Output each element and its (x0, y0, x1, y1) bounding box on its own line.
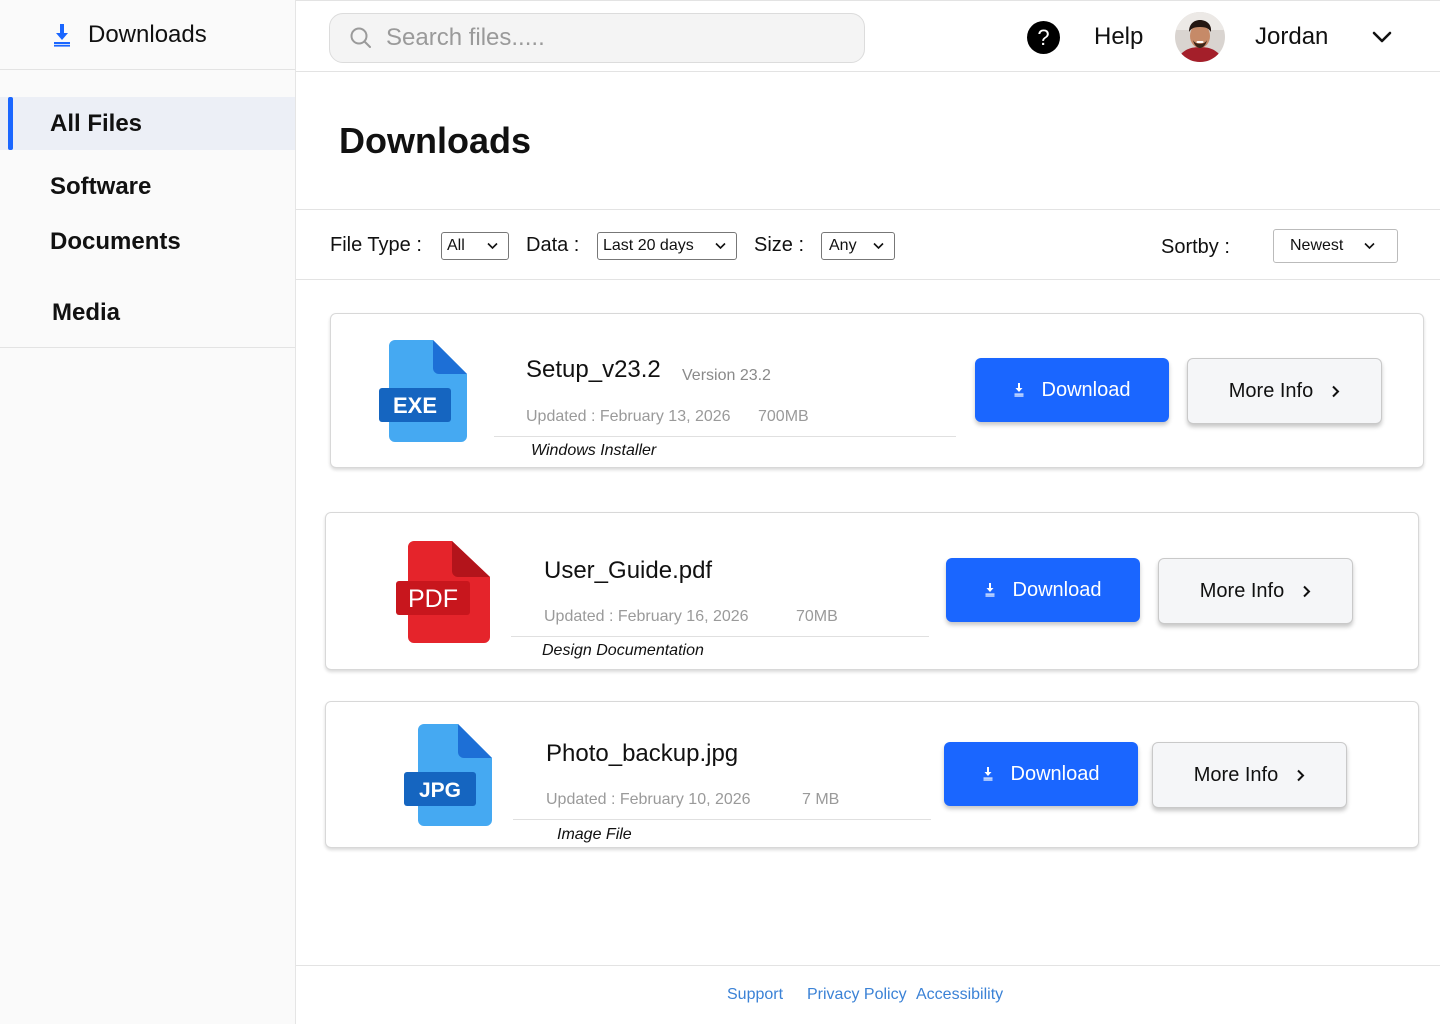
size-select[interactable]: Any (821, 232, 895, 260)
pdf-badge-text: PDF (408, 585, 458, 613)
download-label: Download (1041, 378, 1131, 401)
more-info-button[interactable]: More Info (1187, 358, 1382, 424)
sidebar: Downloads All Files Software Documents M… (0, 0, 296, 1024)
search-box[interactable] (329, 13, 865, 63)
privacy-policy-link[interactable]: Privacy Policy (807, 986, 907, 1004)
file-size: 7 MB (802, 791, 840, 808)
pdf-file-icon: PDF (396, 541, 490, 643)
sort-label: Sortby : (1161, 236, 1230, 258)
file-name: Setup_v23.2 (526, 356, 661, 383)
accessibility-link[interactable]: Accessibility (916, 986, 1003, 1004)
jpg-badge-text: JPG (419, 779, 461, 802)
divider (494, 436, 956, 437)
file-description: Design Documentation (542, 642, 704, 659)
more-info-button[interactable]: More Info (1158, 558, 1353, 624)
date-label: Data : (526, 234, 580, 256)
sidebar-item-media[interactable]: Media (0, 286, 295, 339)
date-select[interactable]: Last 20 days (597, 232, 737, 260)
brand-label: Downloads (88, 20, 207, 48)
download-button[interactable]: Download (944, 742, 1138, 806)
download-icon (1014, 383, 1024, 397)
file-name: User_Guide.pdf (544, 557, 713, 584)
file-name: Photo_backup.jpg (546, 740, 739, 767)
download-icon (985, 583, 995, 597)
size-label: Size : (754, 234, 805, 256)
download-icon (54, 23, 70, 47)
sidebar-item-label: Documents (50, 227, 181, 255)
chevron-down-icon (873, 242, 884, 250)
sidebar-item-software[interactable]: Software (0, 160, 295, 213)
user-photo-icon (1175, 12, 1225, 62)
avatar[interactable] (1175, 12, 1225, 62)
jpg-file-icon: JPG (404, 724, 492, 826)
search-icon (350, 27, 371, 48)
divider (513, 819, 931, 820)
file-updated: Updated : February 13, 2026 (526, 408, 731, 425)
sidebar-nav: All Files Software Documents Media (0, 97, 295, 348)
exe-badge-text: EXE (393, 393, 437, 418)
chevron-right-icon (1332, 385, 1340, 397)
file-card-photo-backup: JPG Photo_backup.jpg Updated : February … (325, 701, 1419, 848)
file-size: 700MB (758, 408, 809, 425)
file-type-label: File Type : (330, 234, 422, 256)
sidebar-item-all-files[interactable]: All Files (0, 97, 295, 150)
sidebar-item-label: Software (50, 172, 152, 200)
download-label: Download (1012, 578, 1102, 601)
brand[interactable]: Downloads (0, 0, 295, 70)
sort-select[interactable]: Newest (1273, 229, 1398, 263)
chevron-down-icon[interactable] (1371, 29, 1393, 45)
user-name: Jordan (1255, 23, 1329, 50)
filter-bar: File Type : All Data : Last 20 days Size… (296, 209, 1440, 280)
chevron-down-icon (1364, 242, 1375, 250)
download-button[interactable]: Download (946, 558, 1140, 622)
footer: Support Privacy Policy Accessibility (296, 965, 1440, 1024)
support-link[interactable]: Support (727, 986, 783, 1004)
file-size: 70MB (796, 608, 838, 625)
file-description: Image File (557, 826, 632, 843)
sidebar-item-documents[interactable]: Documents (0, 215, 295, 268)
chevron-right-icon (1297, 769, 1305, 781)
top-header: ? Help Jordan (296, 0, 1440, 72)
file-description: Windows Installer (531, 442, 657, 459)
file-card-setup: EXE Setup_v23.2 Version 23.2 Updated : F… (330, 313, 1424, 468)
chevron-right-icon (1303, 585, 1311, 597)
file-version: Version 23.2 (682, 367, 771, 384)
help-link[interactable]: Help (1094, 23, 1143, 51)
date-value: Last 20 days (603, 237, 694, 254)
file-type-value: All (447, 237, 465, 254)
more-info-label: More Info (1193, 763, 1279, 786)
more-info-button[interactable]: More Info (1152, 742, 1347, 808)
file-updated: Updated : February 10, 2026 (546, 791, 751, 808)
download-label: Download (1010, 762, 1100, 785)
page-title: Downloads (339, 120, 532, 161)
more-info-label: More Info (1228, 379, 1314, 402)
sidebar-item-label: Media (52, 298, 121, 326)
sort-value: Newest (1290, 237, 1344, 254)
download-icon (983, 767, 993, 781)
more-info-label: More Info (1199, 579, 1285, 602)
exe-file-icon: EXE (379, 340, 467, 442)
download-button[interactable]: Download (975, 358, 1169, 422)
chevron-down-icon (715, 242, 726, 250)
size-value: Any (829, 237, 857, 254)
file-card-user-guide: PDF User_Guide.pdf Updated : February 16… (325, 512, 1419, 670)
file-type-select[interactable]: All (441, 232, 509, 260)
divider (511, 636, 929, 637)
sidebar-item-label: All Files (50, 109, 143, 137)
file-updated: Updated : February 16, 2026 (544, 608, 749, 625)
chevron-down-icon (487, 242, 498, 250)
help-icon[interactable]: ? (1027, 21, 1060, 54)
search-input[interactable] (386, 24, 846, 52)
